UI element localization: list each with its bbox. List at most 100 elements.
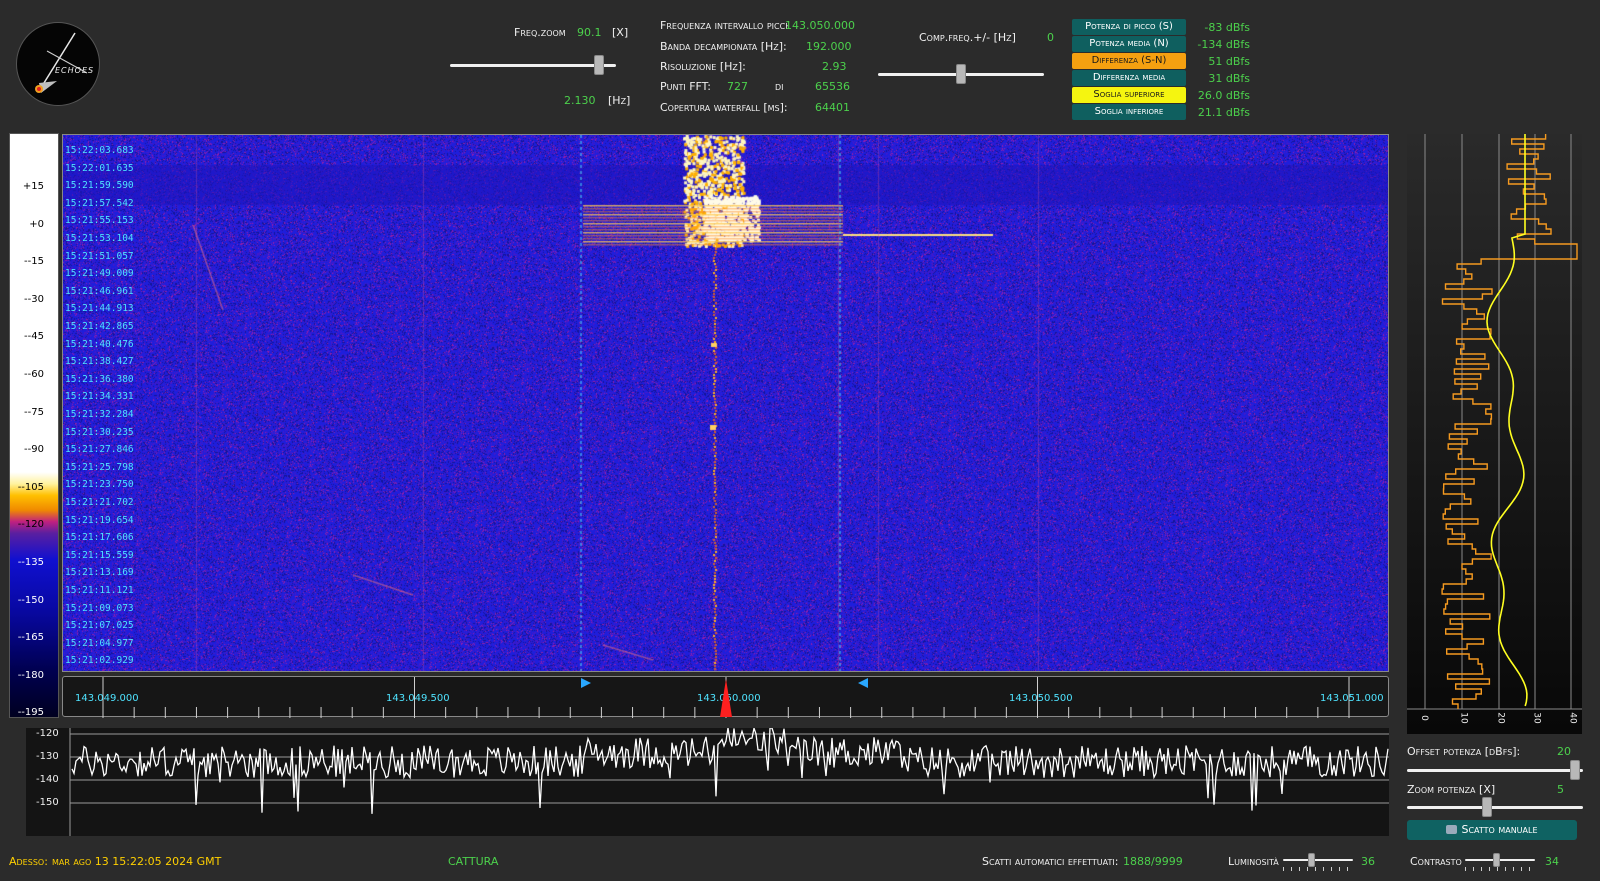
- power-color-scale: +15 +0 --15 --30 --45 --60 --75 --90 --105 --120 -…: [9, 133, 59, 718]
- legend-item: Differenza (S-N): [1072, 53, 1186, 69]
- freq-zoom-slider[interactable]: [450, 55, 616, 75]
- timestamp-label: 15:21:59.590: [65, 180, 134, 192]
- timestamp-label: 15:21:42.865: [65, 321, 134, 332]
- brightness-label: Luminosità: [1228, 855, 1279, 868]
- scale-label: --180: [17, 669, 44, 681]
- fft-value: 727: [727, 80, 748, 93]
- timestamp-column: 15:22:03.683 15:22:01.635 15:21:59.590 15:2…: [63, 135, 173, 671]
- now-label: Adesso:: [9, 855, 48, 868]
- timestamp-label: 15:21:36.380: [65, 373, 134, 385]
- freq-zoom-value: 90.1: [577, 26, 602, 39]
- scale-label: --165: [17, 632, 44, 644]
- power-history-tick: 20: [1495, 712, 1506, 724]
- timestamp-label: 15:21:27.846: [65, 444, 134, 456]
- timestamp-label: 15:21:02.929: [65, 655, 134, 667]
- scale-label: --105: [17, 481, 44, 493]
- spectrum-panel: [26, 725, 1389, 836]
- power-history-plot: [1407, 134, 1582, 710]
- manual-shot-label: Scatto manuale: [1461, 823, 1538, 836]
- logo-text: ECHOES: [55, 66, 95, 75]
- frequency-label: 143.051.000: [1320, 693, 1384, 704]
- auto-shots-value: 1888/9999: [1123, 855, 1183, 868]
- scale-label: --120: [17, 519, 44, 531]
- waterfall-coverage-value: 64401: [815, 101, 850, 114]
- scale-label: --150: [17, 594, 44, 606]
- camera-icon: [1446, 825, 1458, 834]
- offset-power-value: 20: [1557, 745, 1571, 758]
- contrast-slider[interactable]: [1465, 853, 1535, 873]
- legend-value: 31 dBfs: [1208, 72, 1250, 85]
- fft-label: Punti FFT:: [660, 80, 711, 93]
- timestamp-label: 15:21:25.798: [65, 461, 134, 473]
- peak-freq-label: Frequenza intervallo picchi [Hz]:: [660, 19, 788, 32]
- timestamp-label: 15:21:13.169: [65, 567, 134, 579]
- brightness-value: 36: [1361, 855, 1375, 868]
- timestamp-label: 15:21:23.750: [65, 479, 134, 491]
- scale-label: --15: [24, 256, 44, 268]
- contrast-label: Contrasto: [1410, 855, 1462, 868]
- timestamp-label: 15:21:38.427: [65, 356, 134, 368]
- fft-of: di: [775, 80, 784, 93]
- freq-zoom-label: Freq.zoom: [514, 26, 566, 39]
- legend-value: 21.1 dBfs: [1197, 106, 1250, 119]
- band-label: Banda decampionata [Hz]:: [660, 40, 787, 53]
- legend-value: 26.0 dBfs: [1197, 89, 1250, 102]
- scale-label: --75: [24, 406, 44, 418]
- timestamp-label: 15:22:03.683: [65, 145, 134, 156]
- contrast-value: 34: [1545, 855, 1559, 868]
- scale-label: --90: [24, 444, 44, 456]
- timestamp-label: 15:21:07.025: [65, 620, 134, 632]
- marker-left-icon[interactable]: [580, 677, 592, 689]
- freq-zoom-hz-value: 2.130: [564, 94, 596, 107]
- zoom-power-slider[interactable]: [1407, 797, 1583, 817]
- zoom-power-value: 5: [1557, 783, 1564, 796]
- waterfall-canvas[interactable]: [63, 135, 1388, 671]
- peak-freq-value: 143.050.000: [785, 19, 855, 32]
- timestamp-label: 15:21:40.476: [65, 338, 134, 350]
- waterfall-panel[interactable]: 15:22:03.683 15:22:01.635 15:21:59.590 15:2…: [62, 134, 1389, 672]
- spectrum-plot: [69, 725, 1389, 836]
- timestamp-label: 15:21:21.702: [65, 497, 134, 508]
- offset-power-slider[interactable]: [1407, 760, 1583, 780]
- legend-value: -83 dBfs: [1204, 21, 1250, 34]
- resolution-label: Risoluzione [Hz]:: [660, 60, 746, 73]
- waterfall-coverage-label: Copertura waterfall [ms]:: [660, 101, 788, 114]
- scale-label: --60: [24, 369, 44, 380]
- timestamp-label: 15:21:17.606: [65, 532, 134, 544]
- freq-zoom-unit: [X]: [612, 26, 629, 39]
- timestamp-label: 15:21:51.057: [65, 250, 134, 262]
- comp-freq-slider[interactable]: [878, 64, 1044, 84]
- auto-shots-label: Scatti automatici effettuati:: [982, 855, 1119, 868]
- timestamp-label: 15:21:11.121: [65, 585, 134, 596]
- mode-value: CATTURA: [448, 855, 499, 868]
- legend-item: Differenza media: [1072, 70, 1186, 86]
- spectrum-tick: -120: [36, 728, 59, 739]
- band-value: 192.000: [806, 40, 852, 53]
- frequency-label: 143.050.500: [1009, 693, 1073, 704]
- center-marker-icon: [720, 679, 732, 717]
- scale-label: --30: [24, 293, 44, 305]
- fft-total: 65536: [815, 80, 850, 93]
- power-history-tick: 40: [1567, 712, 1578, 724]
- legend-item: Soglia superiore: [1072, 87, 1186, 103]
- timestamp-label: 15:21:44.913: [65, 303, 134, 315]
- resolution-value: 2.93: [822, 60, 847, 73]
- comp-freq-value: 0: [1047, 31, 1054, 44]
- legend-value: -134 dBfs: [1197, 38, 1250, 51]
- timestamp-label: 15:21:53.104: [65, 233, 134, 244]
- comp-freq-label: Comp.freq.+/- [Hz]: [919, 31, 1016, 44]
- meteor-icon: [35, 32, 88, 93]
- power-history-tick: 10: [1458, 712, 1469, 724]
- legend-value: 51 dBfs: [1208, 55, 1250, 68]
- marker-right-icon[interactable]: [857, 677, 869, 689]
- frequency-label: 143.049.000: [75, 693, 139, 704]
- timestamp-label: 15:21:46.961: [65, 285, 134, 297]
- power-history-tick: 30: [1531, 712, 1542, 724]
- timestamp-label: 15:21:15.559: [65, 549, 134, 561]
- brightness-slider[interactable]: [1283, 853, 1353, 873]
- timestamp-label: 15:21:49.009: [65, 268, 134, 280]
- timestamp-label: 15:21:57.542: [65, 197, 134, 209]
- manual-shot-button[interactable]: Scatto manuale: [1407, 820, 1577, 840]
- spectrum-tick: -140: [36, 774, 59, 785]
- spectrum-tick: -150: [36, 797, 59, 808]
